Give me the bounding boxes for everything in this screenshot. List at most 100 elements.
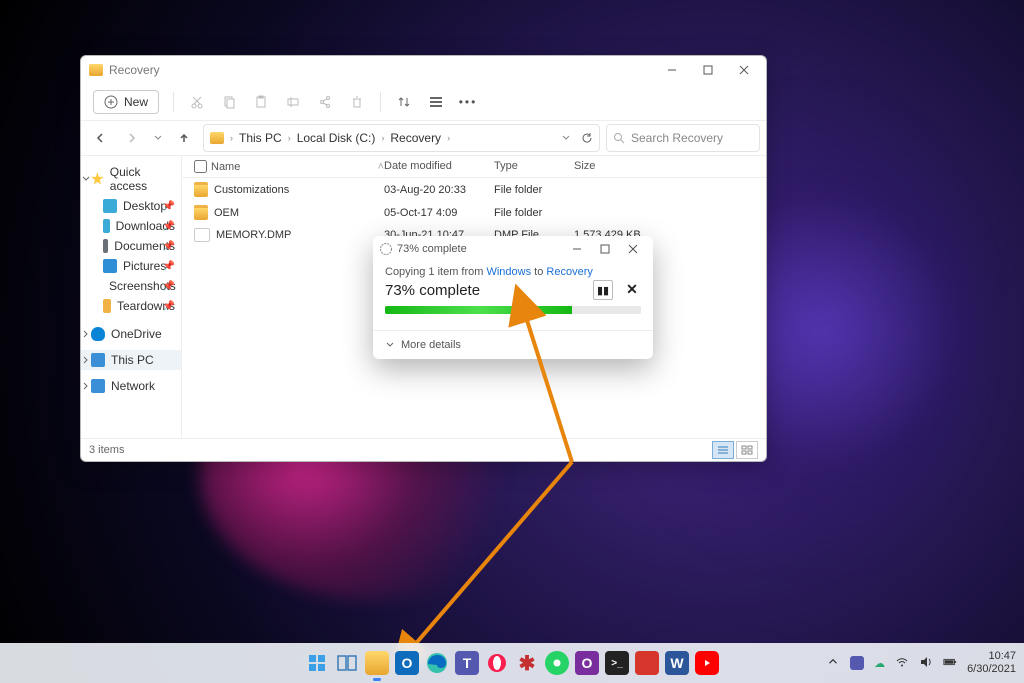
select-all-checkbox[interactable] [194,160,207,173]
youtube-icon[interactable] [695,651,719,675]
sidebar-item-pictures[interactable]: Pictures📌 [81,256,181,276]
cloud-icon [91,327,105,341]
app-icon-purple[interactable]: O [575,651,599,675]
sidebar: Quick access Desktop📌 Downloads📌 Documen… [81,156,182,438]
nav-row: › This PC› Local Disk (C:)› Recovery› Se… [81,121,766,156]
close-button[interactable] [726,56,762,84]
folder-icon [194,182,208,197]
downloads-icon [103,219,110,233]
delete-icon[interactable] [348,93,366,111]
task-view-icon[interactable] [335,651,359,675]
pin-icon: 📌 [163,241,175,252]
sidebar-item-teardowns[interactable]: Teardowns📌 [81,296,181,316]
pictures-icon [103,259,117,273]
folder-icon [89,64,103,76]
terminal-icon[interactable]: >_ [605,651,629,675]
folder-icon [210,132,224,144]
cut-icon[interactable] [188,93,206,111]
clock[interactable]: 10:47 6/30/2021 [967,650,1016,675]
copy-progress-dialog: 73% complete Copying 1 item from Windows… [373,236,653,359]
forward-button[interactable] [119,125,145,151]
teams-icon[interactable]: T [455,651,479,675]
pin-icon: 📌 [163,201,175,212]
word-icon[interactable]: W [665,651,689,675]
pin-icon: 📌 [163,261,175,272]
window-title: Recovery [109,63,160,77]
new-button[interactable]: New [93,90,159,114]
thumbnails-view-button[interactable] [736,441,758,459]
file-explorer-icon[interactable] [365,651,389,675]
taskbar[interactable]: O T ✱ O >_ W ☁ 10:47 6/30/2021 [0,643,1024,683]
progress-bar [385,306,641,314]
wifi-icon[interactable] [895,655,909,672]
column-headers[interactable]: Name˄ Date modified Type Size [182,156,766,178]
outlook-icon[interactable]: O [395,651,419,675]
desktop: Recovery New ••• [0,0,1024,683]
copy-icon[interactable] [220,93,238,111]
chevron-down-icon [385,340,395,350]
recent-dropdown[interactable] [151,125,165,151]
file-row[interactable]: Customizations 03-Aug-20 20:33 File fold… [182,178,766,201]
file-icon [194,228,210,242]
sidebar-item-documents[interactable]: Documents📌 [81,236,181,256]
view-icon[interactable] [427,93,445,111]
teams-tray-icon[interactable] [850,656,864,670]
opera-icon[interactable] [485,651,509,675]
sort-icon[interactable] [395,93,413,111]
tray-overflow-icon[interactable] [826,655,840,672]
sidebar-this-pc[interactable]: This PC [81,350,181,370]
percent-text: 73% complete [385,282,480,299]
pin-icon: 📌 [163,281,175,292]
details-view-button[interactable] [712,441,734,459]
more-details-toggle[interactable]: More details [373,330,653,359]
sidebar-item-screenshots[interactable]: Screenshots📌 [81,276,181,296]
sidebar-network[interactable]: Network [81,376,181,396]
pin-icon: 📌 [163,221,175,232]
plus-circle-icon [104,95,118,109]
chevron-down-icon[interactable] [561,133,571,143]
star-icon [91,172,104,186]
desktop-icon [103,199,117,213]
folder-icon [103,299,111,313]
progress-icon [379,242,393,256]
app-icon-red[interactable] [635,651,659,675]
close-button[interactable] [619,236,647,262]
volume-icon[interactable] [919,655,933,672]
network-icon [91,379,105,393]
minimize-button[interactable] [563,236,591,262]
status-text: 3 items [89,444,124,456]
maximize-button[interactable] [690,56,726,84]
command-bar: New ••• [81,84,766,121]
titlebar[interactable]: Recovery [81,56,766,84]
dest-link[interactable]: Recovery [546,266,592,278]
refresh-icon[interactable] [581,132,593,144]
cancel-button[interactable]: ✕ [623,280,641,298]
rename-icon[interactable] [284,93,302,111]
sidebar-item-downloads[interactable]: Downloads📌 [81,216,181,236]
paste-icon[interactable] [252,93,270,111]
onedrive-tray-icon[interactable]: ☁ [874,657,885,670]
minimize-button[interactable] [654,56,690,84]
system-tray[interactable]: ☁ 10:47 6/30/2021 [826,650,1016,675]
search-icon [613,132,625,144]
back-button[interactable] [87,125,113,151]
search-input[interactable]: Search Recovery [606,124,760,152]
maximize-button[interactable] [591,236,619,262]
whatsapp-icon[interactable] [545,651,569,675]
address-bar[interactable]: › This PC› Local Disk (C:)› Recovery› [203,124,600,152]
file-row[interactable]: OEM 05-Oct-17 4:09 File folder [182,201,766,224]
edge-icon[interactable] [425,651,449,675]
up-button[interactable] [171,125,197,151]
sidebar-item-desktop[interactable]: Desktop📌 [81,196,181,216]
sidebar-onedrive[interactable]: OneDrive [81,324,181,344]
share-icon[interactable] [316,93,334,111]
pin-icon: 📌 [163,301,175,312]
pause-button[interactable]: ▮▮ [593,280,613,300]
app-icon[interactable]: ✱ [515,651,539,675]
dialog-titlebar[interactable]: 73% complete [373,236,653,262]
source-link[interactable]: Windows [486,266,531,278]
more-icon[interactable]: ••• [459,93,477,111]
battery-icon[interactable] [943,655,957,672]
start-button[interactable] [305,651,329,675]
sidebar-quick-access[interactable]: Quick access [81,162,181,196]
